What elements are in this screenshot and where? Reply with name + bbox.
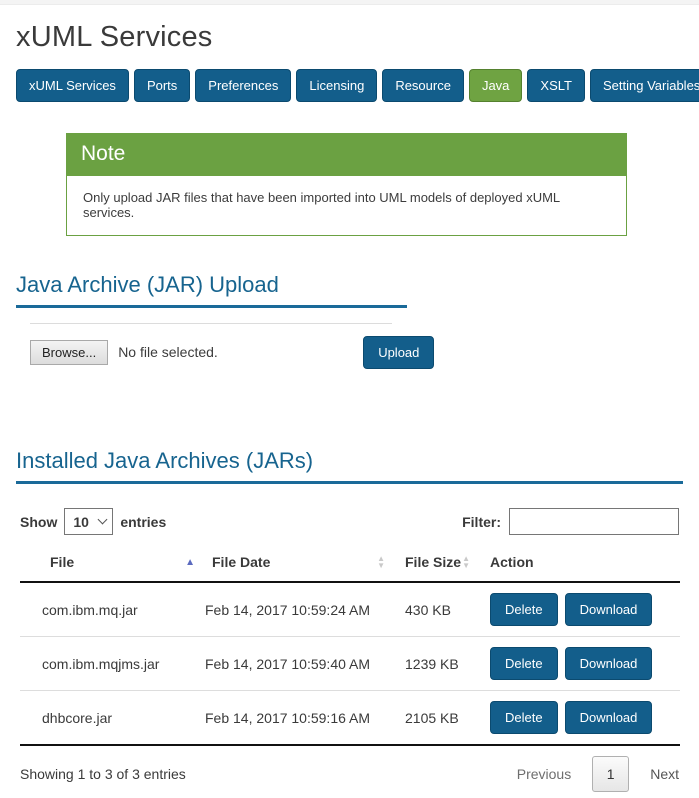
file-name-cell: com.ibm.mqjms.jar	[20, 637, 205, 691]
file-size-cell: 430 KB	[405, 582, 490, 637]
delete-button[interactable]: Delete	[490, 593, 558, 626]
table-row: com.ibm.mqjms.jar Feb 14, 2017 10:59:40 …	[20, 637, 680, 691]
column-label-file: File	[50, 554, 74, 570]
file-date-cell: Feb 14, 2017 10:59:16 AM	[205, 691, 405, 746]
column-label-action: Action	[490, 554, 534, 570]
column-header-file-size[interactable]: File Size ▲▼	[405, 545, 490, 582]
table-row: com.ibm.mq.jar Feb 14, 2017 10:59:24 AM …	[20, 582, 680, 637]
tab-xuml-services[interactable]: xUML Services	[16, 69, 129, 102]
column-label-file-date: File Date	[212, 554, 270, 570]
download-button[interactable]: Download	[565, 701, 653, 734]
column-header-file[interactable]: File ▲	[20, 545, 205, 582]
filter-label: Filter:	[462, 514, 501, 530]
file-name-cell: dhbcore.jar	[20, 691, 205, 746]
table-controls: Show 10 entries Filter:	[16, 508, 683, 535]
delete-button[interactable]: Delete	[490, 647, 558, 680]
tab-preferences[interactable]: Preferences	[195, 69, 291, 102]
note-title: Note	[66, 133, 627, 176]
tab-licensing[interactable]: Licensing	[296, 69, 377, 102]
upload-form: Browse... No file selected. Upload	[30, 323, 683, 369]
page-size-select[interactable]: 10	[64, 508, 113, 535]
table-header-row: File ▲ File Date ▲▼ File Size ▲▼	[20, 545, 680, 582]
file-size-cell: 1239 KB	[405, 637, 490, 691]
file-name-cell: com.ibm.mq.jar	[20, 582, 205, 637]
download-button[interactable]: Download	[565, 593, 653, 626]
upload-button[interactable]: Upload	[363, 336, 434, 369]
page-size-value: 10	[73, 514, 89, 530]
chevron-down-icon	[98, 515, 108, 525]
sort-ascending-icon[interactable]: ▲	[185, 557, 195, 568]
tab-resource[interactable]: Resource	[382, 69, 464, 102]
tab-setting-variables[interactable]: Setting Variables	[590, 69, 699, 102]
action-cell: Delete Download	[490, 647, 680, 680]
upload-section-heading: Java Archive (JAR) Upload	[16, 272, 407, 308]
page-number-button[interactable]: 1	[592, 756, 629, 792]
jars-section-heading: Installed Java Archives (JARs)	[16, 448, 683, 484]
filter-input[interactable]	[509, 508, 679, 535]
column-header-file-date[interactable]: File Date ▲▼	[205, 545, 405, 582]
table-footer: Showing 1 to 3 of 3 entries Previous 1 N…	[16, 750, 683, 798]
upload-row: Browse... No file selected. Upload	[30, 335, 683, 369]
tab-bar: xUML Services Ports Preferences Licensin…	[16, 69, 683, 102]
file-date-cell: Feb 14, 2017 10:59:40 AM	[205, 637, 405, 691]
table-row: dhbcore.jar Feb 14, 2017 10:59:16 AM 210…	[20, 691, 680, 746]
browse-button[interactable]: Browse...	[30, 340, 108, 365]
delete-button[interactable]: Delete	[490, 701, 558, 734]
tab-ports[interactable]: Ports	[134, 69, 190, 102]
file-date-cell: Feb 14, 2017 10:59:24 AM	[205, 582, 405, 637]
page-size-control: Show 10 entries	[20, 508, 166, 535]
file-size-cell: 2105 KB	[405, 691, 490, 746]
tab-java[interactable]: Java	[469, 69, 522, 102]
top-strip	[0, 0, 699, 5]
note-text: Only upload JAR files that have been imp…	[66, 176, 627, 236]
pagination: Previous 1 Next	[517, 756, 679, 792]
action-cell: Delete Download	[490, 701, 680, 734]
sort-both-icon[interactable]: ▲▼	[377, 555, 385, 569]
column-header-action: Action	[490, 545, 680, 582]
next-page-link[interactable]: Next	[650, 766, 679, 782]
previous-page-link[interactable]: Previous	[517, 766, 571, 782]
page-container: xUML Services xUML Services Ports Prefer…	[0, 21, 699, 798]
note-panel: Note Only upload JAR files that have bee…	[66, 133, 627, 236]
filter-control: Filter:	[462, 508, 679, 535]
tab-xslt[interactable]: XSLT	[527, 69, 585, 102]
action-cell: Delete Download	[490, 593, 680, 626]
form-divider	[30, 323, 392, 324]
show-label: Show	[20, 514, 57, 530]
sort-both-icon[interactable]: ▲▼	[462, 555, 470, 569]
entries-summary: Showing 1 to 3 of 3 entries	[20, 766, 186, 782]
download-button[interactable]: Download	[565, 647, 653, 680]
file-status-text: No file selected.	[118, 344, 278, 360]
entries-label: entries	[120, 514, 166, 530]
column-label-file-size: File Size	[405, 554, 461, 570]
page-title: xUML Services	[16, 21, 683, 54]
jar-table: File ▲ File Date ▲▼ File Size ▲▼	[20, 545, 680, 746]
